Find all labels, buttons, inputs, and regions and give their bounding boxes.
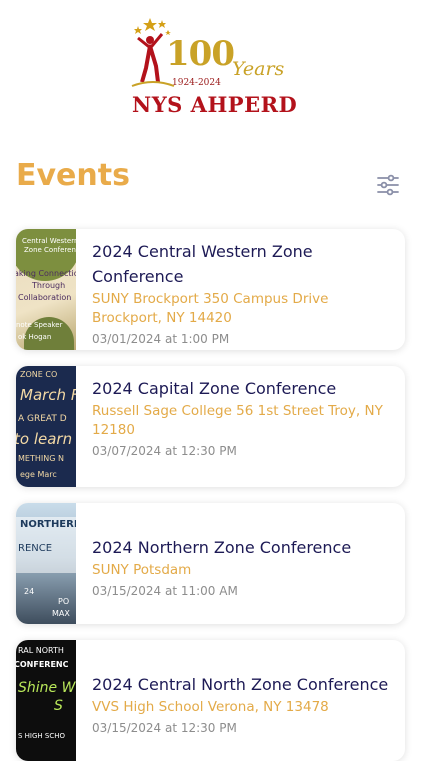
event-date: 03/07/2024 at 12:30 PM: [92, 444, 237, 458]
event-card[interactable]: NORTHERN RENCE 24 PO MAX 2024 Northern Z…: [16, 503, 405, 624]
logo-years: Years: [232, 58, 285, 80]
page-title: Events: [16, 158, 130, 193]
event-title: 2024 Central North Zone Conference: [92, 675, 389, 694]
sliders-icon: [377, 174, 399, 196]
event-thumbnail: NORTHERN RENCE 24 PO MAX: [16, 503, 76, 624]
event-title: 2024 Northern Zone Conference: [92, 538, 352, 557]
event-location: Russell Sage College 56 1st Street Troy,…: [92, 403, 383, 438]
event-card[interactable]: ZONE CO March F A GREAT D to learn METHI…: [16, 366, 405, 487]
logo-org-name: NYS AHPERD: [132, 92, 298, 117]
event-date: 03/15/2024 at 11:00 AM: [92, 584, 238, 598]
event-thumbnail: ZONE CO March F A GREAT D to learn METHI…: [16, 366, 76, 487]
event-card[interactable]: Central Western Zone Conference aking Co…: [16, 229, 405, 350]
event-date: 03/15/2024 at 12:30 PM: [92, 721, 237, 735]
filter-button[interactable]: [376, 174, 400, 196]
event-title: 2024 Capital Zone Conference: [92, 379, 337, 398]
event-thumbnail: RAL NORTH CONFERENC Shine W S S HIGH SCH…: [16, 640, 76, 761]
event-location: SUNY Potsdam: [92, 562, 192, 578]
logo-range: 1924-2024: [172, 78, 221, 88]
event-date: 03/01/2024 at 1:00 PM: [92, 332, 230, 346]
event-title: 2024 Central Western Zone Conference: [92, 242, 313, 286]
event-location: VVS High School Verona, NY 13478: [92, 699, 329, 715]
event-card[interactable]: RAL NORTH CONFERENC Shine W S S HIGH SCH…: [16, 640, 405, 761]
event-thumbnail: Central Western Zone Conference aking Co…: [16, 229, 76, 350]
logo-number: 100: [166, 34, 235, 74]
nys-ahperd-logo: 100 Years 1924-2024 NYS AHPERD: [128, 16, 304, 120]
event-location: SUNY Brockport 350 Campus Drive Brockpor…: [92, 291, 329, 326]
